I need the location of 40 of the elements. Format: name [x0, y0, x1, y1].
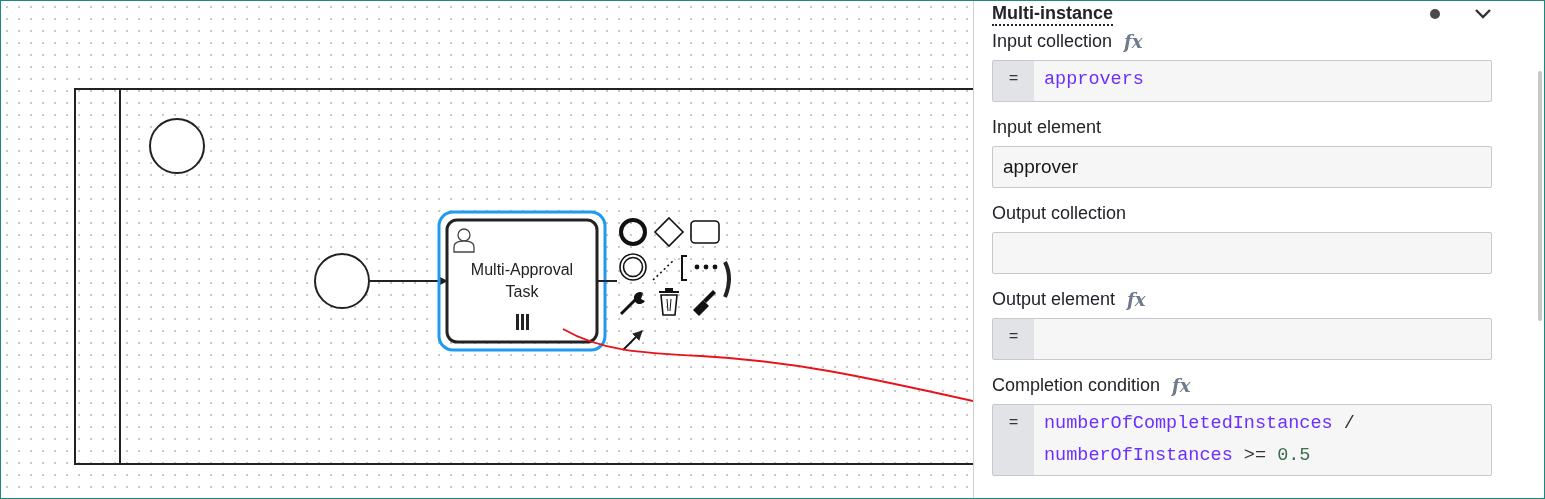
- user-icon: [453, 228, 475, 253]
- intermediate-event-icon[interactable]: [619, 253, 647, 281]
- trash-icon[interactable]: [659, 288, 679, 316]
- group-title[interactable]: Multi-instance: [992, 2, 1113, 26]
- expression-text: approvers: [1043, 68, 1145, 92]
- association-icon[interactable]: [652, 258, 676, 281]
- chevron-icon[interactable]: [1474, 8, 1492, 20]
- task-icon[interactable]: [690, 220, 720, 244]
- field-label: Input element: [992, 116, 1102, 138]
- field-label: Input collection: [992, 30, 1113, 52]
- bracket-icon: [723, 261, 731, 298]
- task-label: Multi-Approval Task: [470, 261, 574, 300]
- changed-dot-icon: [1430, 9, 1440, 19]
- event-circle: [149, 118, 205, 174]
- fx-toggle[interactable]: fx: [1172, 374, 1191, 396]
- expression-field[interactable]: =: [992, 318, 1492, 360]
- gateway-icon[interactable]: [653, 216, 685, 248]
- scrollbar[interactable]: [1538, 71, 1542, 321]
- input-field[interactable]: approver: [992, 146, 1492, 188]
- equals-prefix: =: [993, 61, 1034, 101]
- parallel-marker-icon: [516, 314, 529, 330]
- field-label: Output element: [992, 288, 1116, 310]
- field-label: Output collection: [992, 202, 1127, 224]
- equals-prefix: =: [993, 319, 1034, 359]
- expression-field[interactable]: = numberOfCompletedInstances / numberOfInstances >= 0.5: [992, 404, 1492, 476]
- start-event-circle: [314, 253, 370, 309]
- more-icon[interactable]: [694, 264, 718, 270]
- input-field[interactable]: [992, 232, 1492, 274]
- annotation-icon[interactable]: [681, 255, 688, 281]
- fx-toggle[interactable]: fx: [1124, 30, 1143, 52]
- expression-field[interactable]: = approvers: [992, 60, 1492, 102]
- equals-prefix: =: [993, 405, 1034, 475]
- paintbrush-icon[interactable]: [693, 290, 716, 316]
- connect-arrow-icon[interactable]: [622, 330, 643, 351]
- user-task[interactable]: [445, 218, 599, 344]
- expression-text: numberOfCompletedInstances / numberOfInstances >= 0.5: [1043, 412, 1356, 468]
- fx-toggle[interactable]: fx: [1127, 288, 1146, 310]
- wrench-icon[interactable]: [619, 292, 645, 316]
- end-event-icon[interactable]: [619, 218, 647, 246]
- field-label: Completion condition: [992, 374, 1161, 396]
